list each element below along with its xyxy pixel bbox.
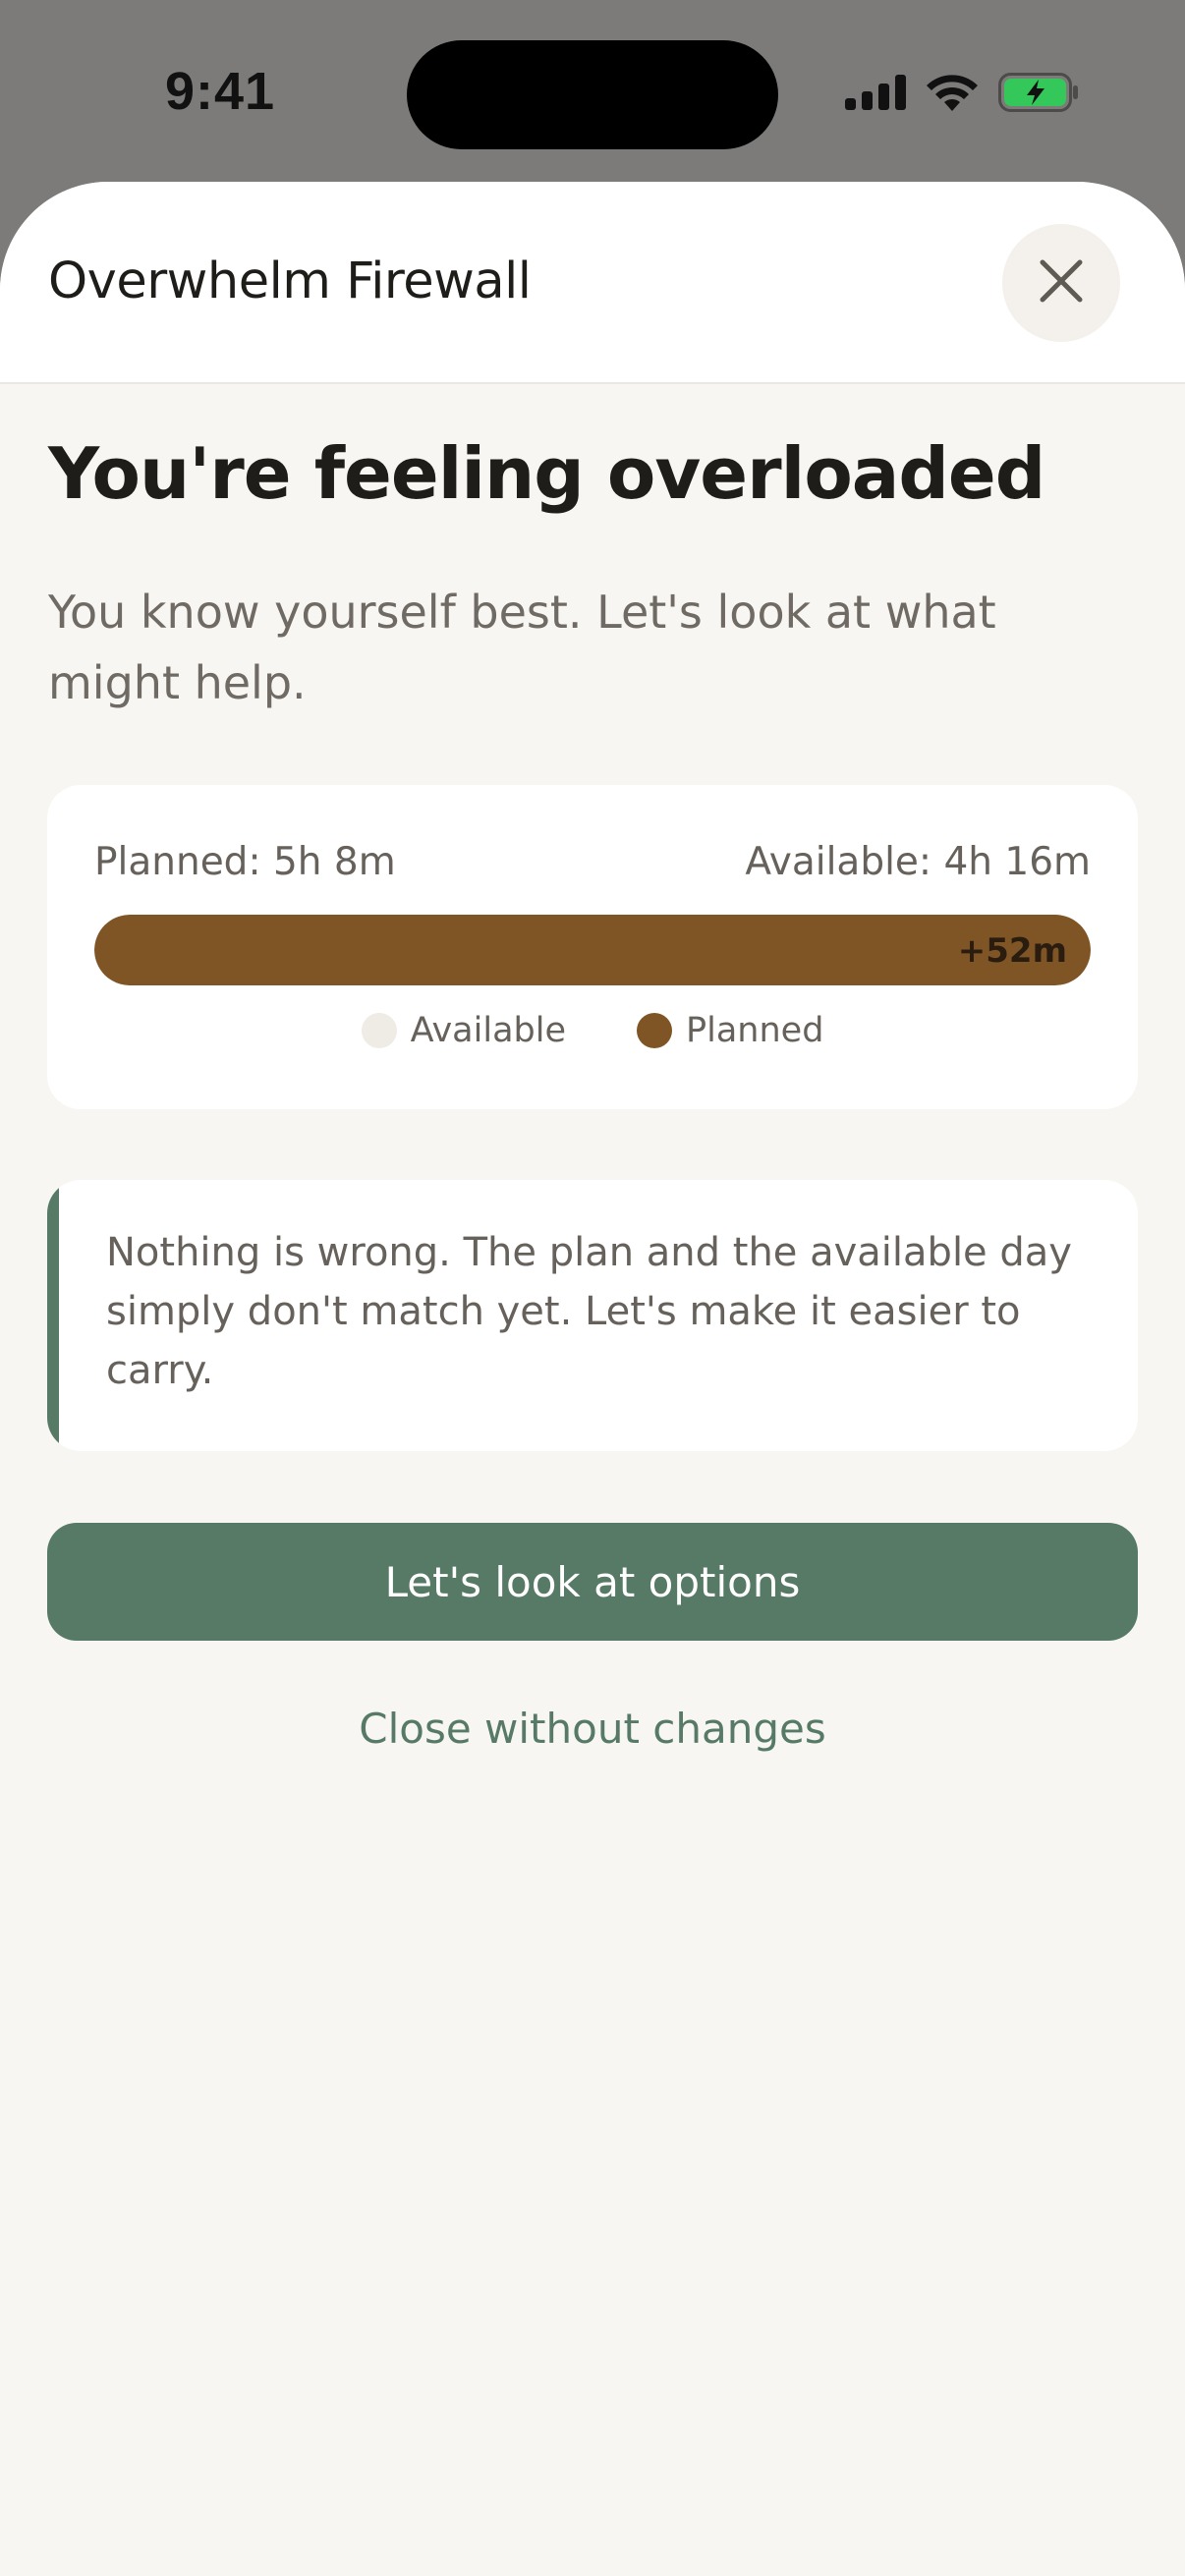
available-time-label: Available: 4h 16m <box>745 840 1091 884</box>
screen: 9:41 Overwhelm Firewall You're feeling o… <box>0 0 1185 2576</box>
cellular-signal-icon <box>845 75 906 115</box>
sheet-title: Overwhelm Firewall <box>48 252 532 310</box>
battery-charging-icon <box>998 73 1079 117</box>
page-headline: You're feeling overloaded <box>48 432 1045 515</box>
bar-legend: Available Planned <box>47 1011 1138 1050</box>
page-subtitle: You know yourself best. Let's look at wh… <box>48 586 996 709</box>
bottom-sheet: Overwhelm Firewall You're feeling overlo… <box>0 182 1185 2576</box>
planned-bar-fill <box>94 915 1091 985</box>
status-time: 9:41 <box>165 62 276 121</box>
close-without-changes-link[interactable]: Close without changes <box>0 1705 1185 1753</box>
time-progress-bar: +52m <box>94 915 1091 985</box>
reassurance-note-text: Nothing is wrong. The plan and the avail… <box>106 1230 1072 1393</box>
legend-label-planned: Planned <box>686 1011 824 1050</box>
sheet-header: Overwhelm Firewall <box>0 182 1185 384</box>
time-summary-card: Planned: 5h 8m Available: 4h 16m +52m Av… <box>47 785 1138 1109</box>
status-icons <box>845 73 1079 117</box>
status-bar: 9:41 <box>0 0 1185 182</box>
legend-item-planned: Planned <box>637 1011 823 1050</box>
close-button[interactable] <box>1002 224 1120 342</box>
wifi-icon <box>926 74 979 116</box>
close-icon <box>1038 257 1085 309</box>
legend-item-available: Available <box>361 1011 567 1050</box>
look-at-options-button[interactable]: Let's look at options <box>47 1523 1138 1641</box>
dynamic-island <box>407 40 778 149</box>
overage-label: +52m <box>957 931 1067 971</box>
legend-dot-planned <box>637 1013 673 1048</box>
legend-label-available: Available <box>410 1011 567 1050</box>
planned-time-label: Planned: 5h 8m <box>94 840 396 884</box>
reassurance-note-card: Nothing is wrong. The plan and the avail… <box>47 1180 1138 1451</box>
note-accent-border <box>47 1180 59 1451</box>
legend-dot-available <box>361 1013 397 1048</box>
